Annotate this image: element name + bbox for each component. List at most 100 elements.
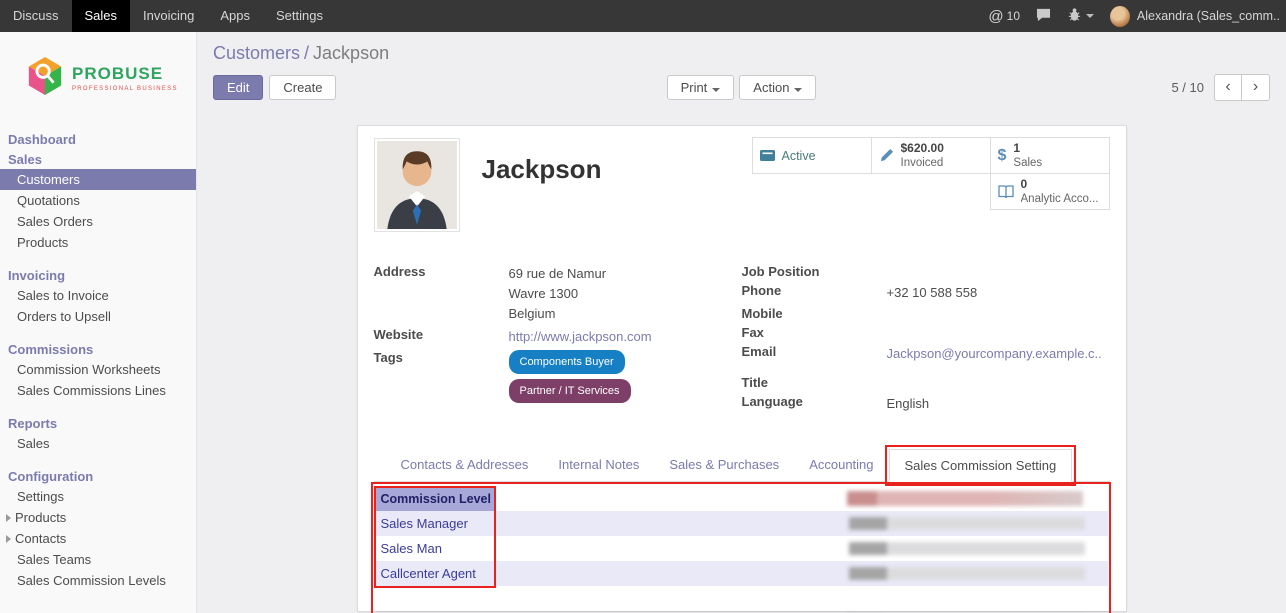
probuse-hexagon-icon [26, 55, 64, 102]
brand-name: PROBUSE [72, 64, 178, 84]
breadcrumb-current: Jackpson [313, 43, 389, 63]
topbar-right: @ 10 Alexandra (Sales_comm.. [988, 0, 1286, 32]
address-line-2: Wavre 1300 [509, 284, 607, 304]
address-line-3: Belgium [509, 304, 607, 324]
tab-contacts-addresses[interactable]: Contacts & Addresses [386, 449, 544, 481]
messages-button[interactable] [1036, 8, 1051, 25]
pager: 5 / 10 ‹ › [816, 74, 1270, 101]
field-groups: Address 69 rue de Namur Wavre 1300 Belgi… [374, 264, 1110, 417]
email-link[interactable]: Jackpson@yourcompany.example.c.. [887, 346, 1102, 361]
edit-button[interactable]: Edit [213, 75, 263, 100]
print-dropdown-button[interactable]: Print [667, 75, 735, 100]
debug-menu-button[interactable] [1067, 7, 1094, 25]
pager-next-button[interactable]: › [1242, 74, 1270, 101]
sidebar-title-invoicing[interactable]: Invoicing [0, 266, 196, 285]
sidebar-item-products[interactable]: Products [0, 232, 196, 253]
tab-internal-notes[interactable]: Internal Notes [543, 449, 654, 481]
stat-analytic-value: 0 [1021, 177, 1099, 192]
column-header-commission-level[interactable]: Commission Level [376, 488, 494, 511]
create-button[interactable]: Create [269, 75, 336, 100]
sidebar-item-settings[interactable]: Settings [0, 486, 196, 507]
topbar-menu-settings[interactable]: Settings [263, 0, 336, 32]
chevron-right-icon [6, 514, 11, 522]
table-row-empty [376, 586, 1108, 611]
notebook-tabs: Contacts & Addresses Internal Notes Sale… [374, 449, 1110, 482]
tab-sales-purchases[interactable]: Sales & Purchases [654, 449, 794, 481]
stat-analytic-button[interactable]: 0 Analytic Acco... [990, 173, 1110, 210]
redacted-blur [849, 567, 1085, 580]
chevron-down-icon [1086, 14, 1094, 18]
sidebar-item-config-contacts[interactable]: Contacts [0, 528, 196, 549]
sidebar-item-customers[interactable]: Customers [0, 169, 196, 190]
commission-table-region: Commission Level Sales Manager Sales Man [374, 482, 1110, 613]
tag-components-buyer[interactable]: Components Buyer [509, 350, 625, 374]
brand-tagline: PROFESSIONAL BUSINESS [72, 86, 178, 92]
language-label: Language [742, 394, 887, 414]
sidebar-item-sales-orders[interactable]: Sales Orders [0, 211, 196, 232]
topbar-menu-apps[interactable]: Apps [207, 0, 263, 32]
sidebar-item-config-products[interactable]: Products [0, 507, 196, 528]
field-column-right: Job Position Phone +32 10 588 558 Mobile… [742, 264, 1110, 417]
sidebar-title-sales[interactable]: Sales [0, 150, 196, 169]
field-column-left: Address 69 rue de Namur Wavre 1300 Belgi… [374, 264, 742, 417]
user-menu[interactable]: Alexandra (Sales_comm.. [1110, 6, 1280, 27]
tags-label: Tags [374, 350, 509, 408]
action-label: Action [753, 80, 789, 95]
phone-label: Phone [742, 283, 887, 303]
cell-commission-level: Sales Manager [376, 516, 849, 531]
sidebar-item-sales-commission-levels[interactable]: Sales Commission Levels [0, 570, 196, 591]
breadcrumb-customers-link[interactable]: Customers [213, 43, 300, 63]
sidebar-item-sales-to-invoice[interactable]: Sales to Invoice [0, 285, 196, 306]
sidebar-title-commissions[interactable]: Commissions [0, 340, 196, 359]
tab-sales-commission-setting[interactable]: Sales Commission Setting [889, 449, 1073, 482]
table-header-row: Commission Level [376, 488, 1108, 511]
stat-sales-button[interactable]: $ 1 Sales [990, 137, 1110, 174]
sidebar-item-orders-to-upsell[interactable]: Orders to Upsell [0, 306, 196, 327]
website-link[interactable]: http://www.jackpson.com [509, 329, 652, 344]
redacted-blur [849, 517, 1085, 530]
field-job-position: Job Position [742, 264, 1110, 280]
sidebar-item-label: Contacts [15, 531, 66, 546]
sidebar-item-commission-worksheets[interactable]: Commission Worksheets [0, 359, 196, 380]
header-redacted-cell [847, 488, 1108, 511]
action-dropdown-button[interactable]: Action [739, 75, 816, 100]
customer-avatar[interactable] [374, 138, 460, 232]
sidebar-section-reports: Reports Sales [0, 414, 196, 454]
stat-active-button[interactable]: Active [752, 137, 872, 174]
phone-value: +32 10 588 558 [887, 283, 978, 303]
field-mobile: Mobile [742, 306, 1110, 322]
tag-partner-it-services[interactable]: Partner / IT Services [509, 379, 631, 403]
table-row[interactable]: Sales Man [376, 536, 1108, 561]
language-value: English [887, 394, 930, 414]
sidebar-item-dashboard[interactable]: Dashboard [0, 130, 196, 149]
topbar-menu-discuss[interactable]: Discuss [0, 0, 72, 32]
sidebar-item-quotations[interactable]: Quotations [0, 190, 196, 211]
cell-redacted [849, 517, 1108, 530]
tab-accounting[interactable]: Accounting [794, 449, 888, 481]
stat-invoiced-button[interactable]: $620.00 Invoiced [871, 137, 991, 174]
website-label: Website [374, 327, 509, 347]
sidebar-title-configuration[interactable]: Configuration [0, 467, 196, 486]
stat-invoiced-label: Invoiced [901, 156, 944, 170]
field-website: Website http://www.jackpson.com [374, 327, 742, 347]
header-spacer [494, 488, 847, 511]
topbar-menus: Discuss Sales Invoicing Apps Settings [0, 0, 336, 32]
sidebar-title-reports[interactable]: Reports [0, 414, 196, 433]
stat-buttons: Active $620.00 Invoiced $ [753, 138, 1110, 234]
company-logo: PROBUSE PROFESSIONAL BUSINESS [0, 32, 196, 120]
mentions-button[interactable]: @ 10 [988, 8, 1020, 25]
sidebar-section-dashboard: Dashboard [0, 130, 196, 149]
sidebar-item-sales-teams[interactable]: Sales Teams [0, 549, 196, 570]
pager-previous-button[interactable]: ‹ [1214, 74, 1242, 101]
topbar-menu-invoicing[interactable]: Invoicing [130, 0, 207, 32]
sidebar-section-invoicing: Invoicing Sales to Invoice Orders to Ups… [0, 266, 196, 327]
field-phone: Phone +32 10 588 558 [742, 283, 1110, 303]
topbar-menu-sales[interactable]: Sales [72, 0, 131, 32]
sidebar-item-sales-commissions-lines[interactable]: Sales Commissions Lines [0, 380, 196, 401]
table-row[interactable]: Callcenter Agent [376, 561, 1108, 586]
table-row[interactable]: Sales Manager [376, 511, 1108, 536]
sidebar-item-reports-sales[interactable]: Sales [0, 433, 196, 454]
cell-commission-level: Callcenter Agent [376, 566, 849, 581]
stat-active-label: Active [782, 149, 816, 163]
active-archive-icon [760, 148, 775, 163]
